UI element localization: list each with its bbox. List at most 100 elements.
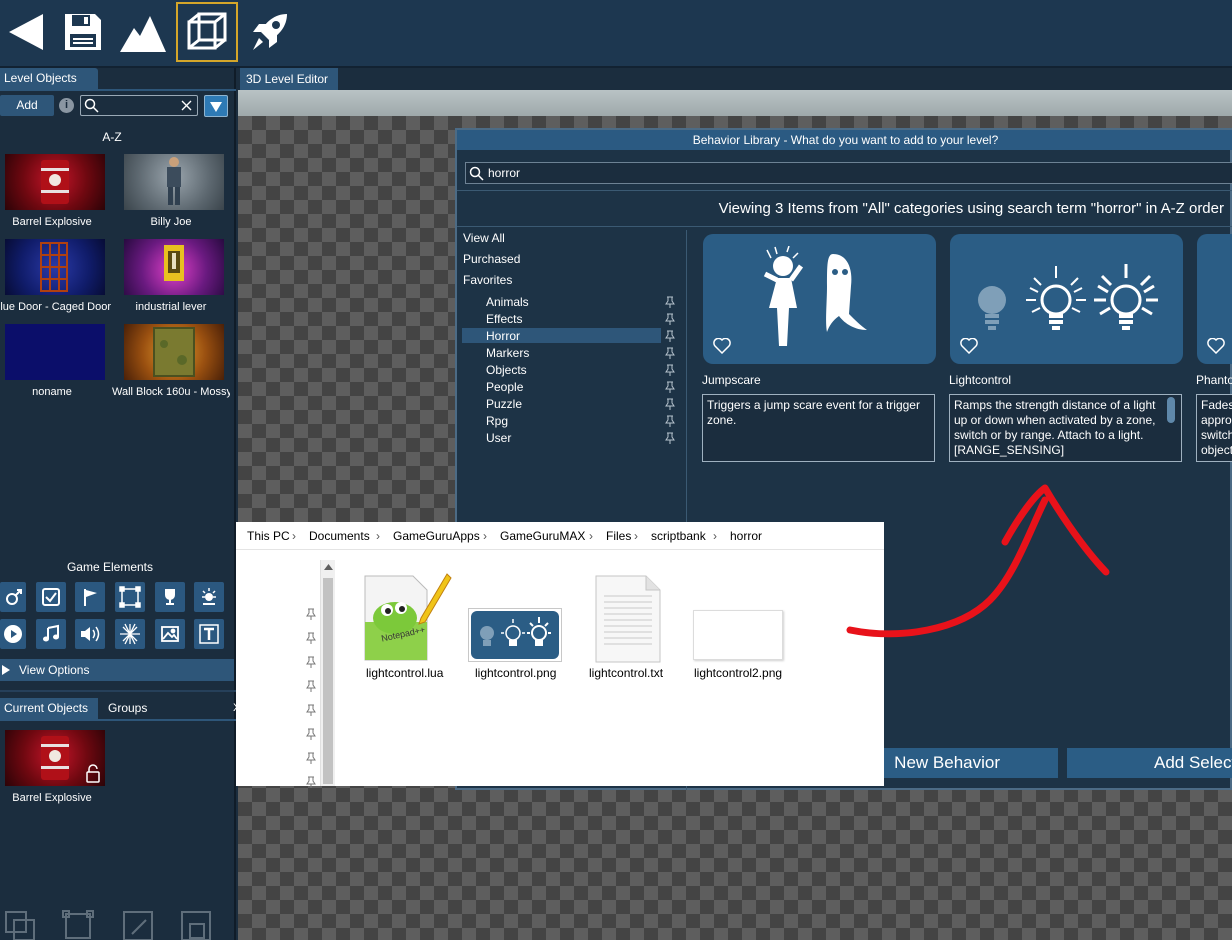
object-thumb-caged-door[interactable]	[5, 239, 105, 295]
pin-icon[interactable]	[306, 728, 316, 740]
breadcrumb-item[interactable]: horror	[730, 529, 762, 543]
breadcrumb-item[interactable]: GameGuruApps	[393, 529, 480, 543]
pin-icon[interactable]	[306, 704, 316, 716]
card-description: Triggers a jump scare event for a trigge…	[702, 394, 935, 462]
tab-current-objects[interactable]: Current Objects	[0, 698, 98, 719]
nav-scrollbar[interactable]	[320, 560, 335, 786]
pin-icon[interactable]	[665, 364, 675, 376]
heart-icon[interactable]	[713, 338, 731, 354]
subcategory-user[interactable]: User	[486, 430, 511, 447]
pin-icon[interactable]	[665, 432, 675, 444]
back-arrow-icon[interactable]	[0, 4, 50, 60]
trophy-icon[interactable]	[155, 582, 185, 612]
object-thumb-industrial-lever[interactable]	[124, 239, 224, 295]
tab-groups[interactable]: Groups	[104, 698, 164, 719]
behavior-card-phantom[interactable]	[1197, 234, 1232, 364]
subcategory-animals[interactable]: Animals	[486, 294, 529, 311]
rocket-icon[interactable]	[244, 4, 294, 60]
filter-dropdown-button[interactable]	[204, 95, 228, 117]
library-search-input[interactable]: horror	[465, 162, 1232, 184]
tab-3d-level-editor[interactable]: 3D Level Editor	[240, 68, 338, 90]
group-icon[interactable]	[2, 908, 40, 940]
file-png-2[interactable]	[693, 610, 783, 660]
view-options-button[interactable]: View Options	[0, 659, 234, 681]
pin-icon[interactable]	[306, 752, 316, 764]
subcategory-horror[interactable]: Horror	[486, 328, 520, 345]
search-input[interactable]	[80, 95, 198, 116]
subcategory-objects[interactable]: Objects	[486, 362, 527, 379]
heart-icon[interactable]	[1207, 338, 1225, 354]
subcategory-people[interactable]: People	[486, 379, 523, 396]
object-thumb-noname[interactable]	[5, 324, 105, 380]
scrollbar-thumb[interactable]	[323, 578, 333, 784]
speaker-icon[interactable]	[75, 619, 105, 649]
new-behavior-label: New Behavior	[894, 753, 1000, 772]
pin-icon[interactable]	[665, 296, 675, 308]
save-group-icon[interactable]	[178, 908, 216, 940]
pin-icon[interactable]	[306, 608, 316, 620]
select-area-icon[interactable]	[60, 908, 98, 940]
object-thumb-billy-joe[interactable]	[124, 154, 224, 210]
save-disk-icon[interactable]	[58, 4, 108, 60]
current-object-thumb[interactable]	[5, 730, 105, 786]
bottom-tools	[0, 906, 236, 940]
breadcrumb-item[interactable]: This PC	[247, 529, 290, 543]
pin-icon[interactable]	[306, 632, 316, 644]
text-icon[interactable]	[194, 619, 224, 649]
view-options-label: View Options	[19, 663, 90, 677]
play-icon[interactable]	[0, 619, 26, 649]
tab-underline	[0, 89, 236, 91]
object-thumb-wall-block[interactable]	[124, 324, 224, 380]
subcategory-puzzle[interactable]: Puzzle	[486, 396, 522, 413]
music-icon[interactable]	[36, 619, 66, 649]
divider	[457, 226, 1232, 227]
breadcrumb-item[interactable]: Files	[606, 529, 631, 543]
file-png[interactable]	[468, 608, 562, 662]
add-button[interactable]: Add	[0, 95, 54, 116]
pin-icon[interactable]	[665, 415, 675, 427]
pin-icon[interactable]	[306, 656, 316, 668]
pin-icon[interactable]	[665, 381, 675, 393]
info-icon[interactable]: i	[59, 98, 74, 113]
zone-icon[interactable]	[115, 582, 145, 612]
card-title: Lightcontrol	[949, 373, 1012, 387]
breadcrumb-item[interactable]: GameGuruMAX	[500, 529, 585, 543]
particles-icon[interactable]	[115, 619, 145, 649]
behavior-card-lightcontrol[interactable]	[950, 234, 1183, 364]
category-favorites[interactable]: Favorites	[463, 272, 512, 289]
heart-icon[interactable]	[960, 338, 978, 354]
image-icon[interactable]	[155, 619, 185, 649]
subcategory-effects[interactable]: Effects	[486, 311, 522, 328]
flag-icon[interactable]	[75, 582, 105, 612]
pin-icon[interactable]	[665, 330, 675, 342]
chevron-right-icon	[2, 665, 10, 675]
light-icon[interactable]	[194, 582, 224, 612]
pin-icon[interactable]	[306, 680, 316, 692]
breadcrumb-item[interactable]: Documents	[309, 529, 370, 543]
file-txt[interactable]	[582, 572, 678, 664]
divider	[457, 190, 1232, 191]
clear-icon[interactable]	[181, 100, 192, 111]
subcategory-rpg[interactable]: Rpg	[486, 413, 508, 430]
gender-icon[interactable]	[0, 582, 26, 612]
file-lua[interactable]: Notepad++	[359, 572, 455, 664]
tab-level-objects[interactable]: Level Objects	[0, 68, 98, 89]
edit-pencil-icon[interactable]	[120, 908, 158, 940]
breadcrumb-item[interactable]: scriptbank	[651, 529, 706, 543]
checkbox-icon[interactable]	[36, 582, 66, 612]
subcategory-markers[interactable]: Markers	[486, 345, 529, 362]
file-name: lightcontrol2.png	[694, 666, 783, 680]
pin-icon[interactable]	[665, 313, 675, 325]
add-selected-button[interactable]: Add Selected	[1067, 748, 1232, 778]
chevron-up-icon[interactable]	[324, 564, 333, 570]
description-scrollbar[interactable]	[1167, 397, 1175, 423]
pin-icon[interactable]	[665, 398, 675, 410]
category-purchased[interactable]: Purchased	[463, 251, 520, 268]
behavior-card-jumpscare[interactable]	[703, 234, 936, 364]
terrain-mountain-icon[interactable]	[118, 4, 168, 60]
cube-wireframe-icon[interactable]	[176, 2, 238, 62]
pin-icon[interactable]	[306, 776, 316, 788]
pin-icon[interactable]	[665, 347, 675, 359]
object-thumb-barrel[interactable]	[5, 154, 105, 210]
category-view-all[interactable]: View All	[463, 230, 505, 247]
